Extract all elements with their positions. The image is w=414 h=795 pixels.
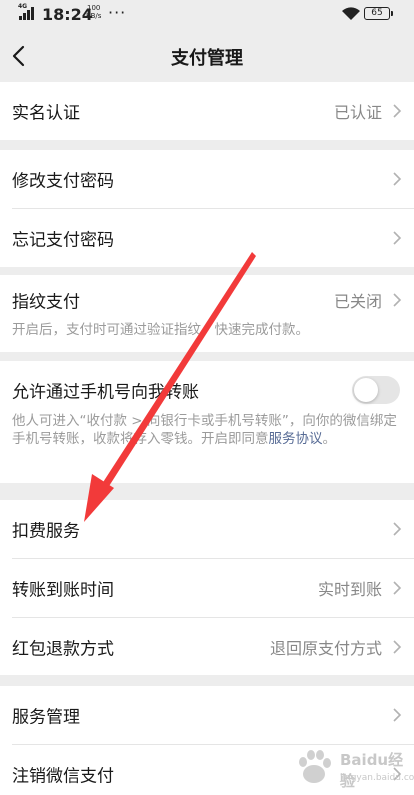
service-manage-label: 服务管理: [12, 707, 80, 728]
phone-transfer-description: 他人可进入“收付款 > 向银行卡或手机号转账”，向你的微信绑定手机号转账，收款将…: [12, 412, 400, 448]
password-group: 修改支付密码 忘记支付密码: [0, 150, 414, 267]
paw-logo-icon: [299, 750, 331, 783]
change-password-label: 修改支付密码: [12, 171, 114, 192]
phone-transfer-toggle[interactable]: [352, 376, 400, 404]
fingerprint-group: 指纹支付 已关闭 开启后，支付时可通过验证指纹，快速完成付款。: [0, 275, 414, 352]
transfer-time-value: 实时到账: [317, 580, 382, 599]
phone-transfer-description-text: 他人可进入“收付款 > 向银行卡或手机号转账”，向你的微信绑定手机号转账，收款将…: [12, 413, 397, 447]
watermark: Baidu经验 jingyan.baidu.com: [290, 745, 414, 791]
red-packet-refund-row[interactable]: 红包退款方式 退回原支付方式: [0, 618, 414, 676]
fingerprint-row[interactable]: 指纹支付 已关闭: [0, 275, 414, 325]
battery-icon: 65: [364, 7, 393, 20]
nav-bar: 支付管理: [0, 30, 414, 82]
deduction-service-label: 扣费服务: [12, 521, 80, 542]
cancel-wechat-pay-label: 注销微信支付: [12, 766, 114, 787]
chevron-right-icon: [393, 104, 402, 118]
payment-settings-group: 扣费服务 转账到账时间 实时到账 红包退款方式 退回原支付方式: [0, 500, 414, 675]
chevron-right-icon: [393, 172, 402, 186]
service-agreement-link[interactable]: 服务协议: [269, 431, 323, 447]
signal-icon: [19, 6, 34, 20]
phone-transfer-group: 允许通过手机号向我转账 他人可进入“收付款 > 向银行卡或手机号转账”，向你的微…: [0, 361, 414, 483]
real-name-label: 实名认证: [12, 103, 80, 124]
chevron-right-icon: [393, 581, 402, 595]
wifi-icon: [342, 7, 360, 20]
real-name-row[interactable]: 实名认证 已认证: [0, 82, 414, 140]
watermark-url: jingyan.baidu.com: [340, 773, 414, 783]
more-notifications-icon: ···: [108, 3, 127, 22]
phone-transfer-description-end: 。: [322, 431, 337, 447]
toggle-knob: [354, 378, 378, 402]
phone-transfer-label: 允许通过手机号向我转账: [12, 382, 199, 403]
chevron-right-icon: [393, 640, 402, 654]
status-bar: 4G 18:24 100 KB/s ··· 65: [0, 0, 414, 30]
network-speed-unit: KB/s: [86, 12, 102, 20]
transfer-time-label: 转账到账时间: [12, 580, 114, 601]
network-speed-value: 100: [87, 4, 101, 12]
chevron-right-icon: [393, 231, 402, 245]
fingerprint-description: 开启后，支付时可通过验证指纹，快速完成付款。: [12, 322, 309, 338]
battery-level: 65: [371, 8, 383, 18]
watermark-text: Baidu经验: [340, 751, 404, 790]
forgot-password-row[interactable]: 忘记支付密码: [0, 209, 414, 267]
transfer-time-row[interactable]: 转账到账时间 实时到账: [0, 559, 414, 617]
chevron-right-icon: [393, 708, 402, 722]
fingerprint-status: 已关闭: [333, 292, 382, 311]
change-password-row[interactable]: 修改支付密码: [0, 150, 414, 208]
chevron-right-icon: [393, 522, 402, 536]
service-manage-row[interactable]: 服务管理: [0, 686, 414, 744]
red-packet-refund-value: 退回原支付方式: [269, 639, 382, 658]
network-speed: 100 KB/s: [86, 4, 101, 20]
fingerprint-label: 指纹支付: [12, 292, 80, 313]
page-title: 支付管理: [171, 48, 243, 69]
red-packet-refund-label: 红包退款方式: [12, 639, 114, 660]
real-name-status: 已认证: [333, 103, 382, 122]
real-name-group: 实名认证 已认证: [0, 82, 414, 140]
chevron-right-icon: [393, 293, 402, 307]
forgot-password-label: 忘记支付密码: [12, 230, 114, 251]
deduction-service-row[interactable]: 扣费服务: [0, 500, 414, 558]
